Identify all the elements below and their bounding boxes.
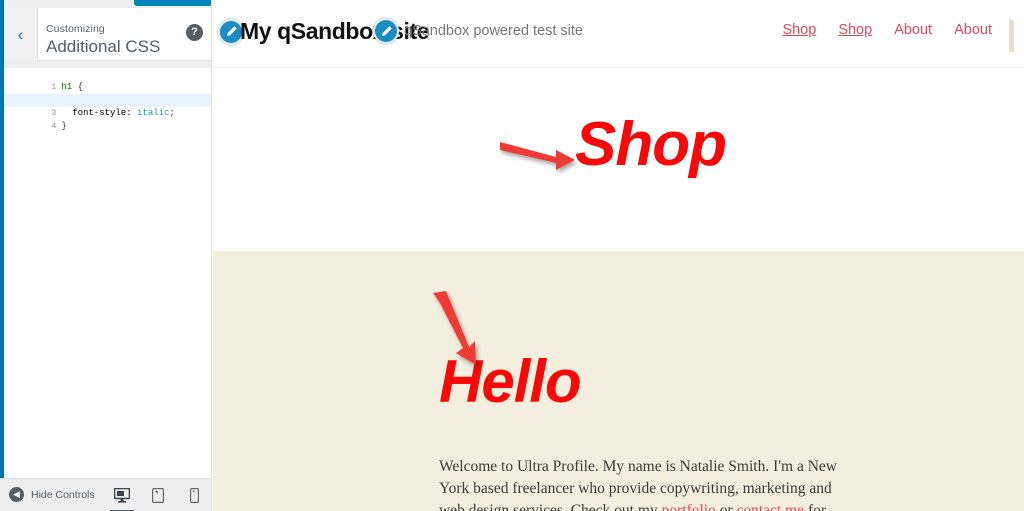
line-number: 4	[51, 121, 57, 131]
site-tagline: qSandbox powered test site	[404, 23, 583, 39]
site-preview-frame[interactable]: My qSandbox site qSandbox powered test s…	[213, 0, 1024, 511]
contact-me-link[interactable]: contact me	[736, 502, 804, 511]
customizer-section-title: Additional CSS	[46, 37, 161, 56]
nav-item-shop-1[interactable]: Shop	[782, 22, 816, 38]
site-header: My qSandbox site qSandbox powered test s…	[213, 0, 1024, 68]
pencil-icon	[381, 25, 392, 36]
tablet-icon	[152, 488, 164, 503]
publish-button-partial[interactable]	[134, 0, 211, 6]
hello-section: Hello Welcome to Ultra Profile. My name …	[213, 251, 1024, 511]
hide-controls-label: Hide Controls	[31, 488, 95, 501]
code-line-active[interactable]: 3 font-style: italic;	[4, 94, 211, 118]
code-line[interactable]: 1 h1 {	[4, 68, 211, 92]
device-preview-buttons	[110, 479, 204, 511]
customizer-eyebrow: Customizing	[46, 23, 105, 35]
editor-top-strip	[4, 61, 211, 68]
portfolio-link[interactable]: portfolio	[662, 502, 716, 511]
pencil-icon	[226, 26, 237, 37]
intro-text-part2: or	[715, 501, 737, 511]
site-navigation: Shop Shop About About	[782, 22, 992, 38]
additional-css-editor[interactable]: 1h1 { 2 color: red; 3 font-style: italic…	[4, 68, 211, 478]
nav-item-about-2[interactable]: About	[954, 22, 992, 38]
intro-paragraph: Welcome to Ultra Profile. My name is Nat…	[439, 456, 844, 511]
customizer-footer: ◀ Hide Controls	[0, 478, 211, 511]
pencil-edit-icon-tagline[interactable]	[373, 18, 399, 44]
device-mobile-button[interactable]	[184, 479, 204, 511]
hide-controls-button[interactable]: ◀ Hide Controls	[9, 487, 95, 502]
heading-shop: Shop	[575, 110, 727, 179]
device-desktop-button[interactable]	[110, 479, 134, 511]
preview-scrollbar[interactable]	[1009, 20, 1014, 52]
heading-hello: Hello	[439, 348, 582, 415]
shop-section: Shop	[213, 68, 1024, 251]
code-line[interactable]: 2 color: red;	[4, 81, 211, 105]
desktop-icon	[114, 488, 130, 503]
customizer-panel: Customizing Additional CSS ? ‹ 1h1 { 2 c…	[0, 0, 212, 511]
nav-item-about-1[interactable]: About	[894, 22, 932, 38]
code-token-brace: }	[61, 121, 67, 131]
mobile-icon	[189, 488, 199, 503]
site-tagline-group: qSandbox powered test site	[373, 18, 583, 44]
help-icon[interactable]: ?	[186, 24, 203, 41]
nav-item-shop-2[interactable]: Shop	[838, 22, 872, 38]
code-line[interactable]: 4}	[4, 107, 211, 131]
device-tablet-button[interactable]	[148, 479, 168, 511]
collapse-left-icon: ◀	[9, 487, 24, 502]
back-button[interactable]: ‹	[4, 8, 38, 61]
